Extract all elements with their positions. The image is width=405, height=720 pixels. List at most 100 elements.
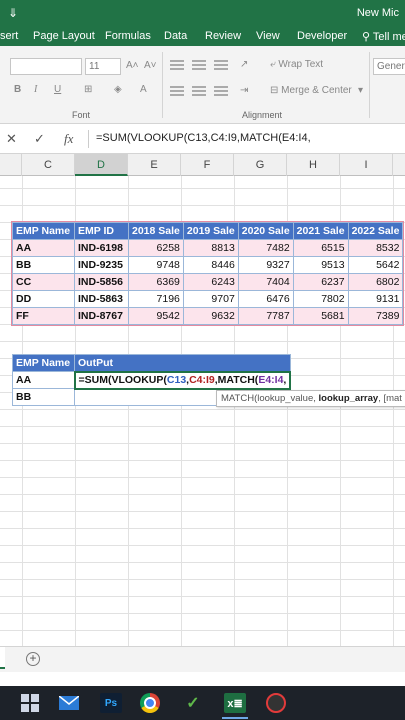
cell-value[interactable]: 9632 [182,307,239,325]
column-header-g[interactable]: G [234,154,287,176]
tab-review[interactable]: Review [205,30,241,42]
cell-emp-name[interactable]: CC [12,273,75,291]
italic-button[interactable]: I [34,84,37,95]
cancel-icon[interactable]: ✕ [6,131,17,147]
photoshop-icon[interactable]: Ps [100,693,122,713]
column-header-i[interactable]: I [340,154,393,176]
column-header-f[interactable]: F [181,154,234,176]
cell-value[interactable]: 8813 [182,239,239,257]
header-2021-sale[interactable]: 2021 Sale [292,222,349,240]
quick-access-icon[interactable]: ⇓ [8,6,18,20]
column-header-c[interactable]: C [22,154,75,176]
cell-value[interactable]: 8446 [182,256,239,274]
font-color-icon[interactable]: A [140,84,147,95]
tab-insert[interactable]: sert [0,30,18,42]
borders-icon[interactable]: ⊞ [84,84,92,95]
cell-value[interactable]: 5681 [292,307,349,325]
cell-value[interactable]: 8532 [347,239,404,257]
header-2019-sale[interactable]: 2019 Sale [182,222,239,240]
tab-tell-me[interactable]: ⚲ Tell me [362,30,405,43]
font-size-box[interactable]: 11 [85,58,121,75]
enter-icon[interactable]: ✓ [34,131,45,147]
increase-font-icon[interactable]: A˄ [126,60,139,71]
cell-value[interactable]: 6369 [128,273,184,291]
function-tooltip[interactable]: MATCH(lookup_value, lookup_array, [mat [216,390,405,407]
cell-emp-id[interactable]: IND-8767 [74,307,129,325]
cell-value[interactable]: 9327 [237,256,294,274]
camtasia-icon[interactable]: ✓ [182,693,204,713]
cell-value[interactable]: 9707 [182,290,239,308]
cell-emp-name[interactable]: FF [12,307,75,325]
cell-emp-name[interactable]: DD [12,290,75,308]
cell-emp-id[interactable]: IND-5863 [74,290,129,308]
cell-value[interactable]: 6243 [182,273,239,291]
fill-color-icon[interactable]: ◈ [114,84,122,95]
number-format-box[interactable]: Genera [373,58,405,75]
chrome-icon[interactable] [140,693,160,713]
cell-value[interactable]: 6237 [292,273,349,291]
header-emp-id[interactable]: EMP ID [74,222,129,240]
align-middle-icon[interactable] [192,60,206,70]
cell-value[interactable]: 9513 [292,256,349,274]
tab-developer[interactable]: Developer [297,30,347,42]
windows-start-icon[interactable] [20,693,40,713]
mail-icon[interactable] [58,693,80,713]
active-sheet-tab[interactable] [0,647,5,669]
cell-value[interactable]: 6476 [237,290,294,308]
cell-value[interactable]: 9748 [128,256,184,274]
tab-page-layout[interactable]: Page Layout [33,30,95,42]
add-sheet-icon[interactable]: + [26,652,40,666]
excel-icon[interactable]: x≣ [224,693,246,713]
align-right-icon[interactable] [214,86,228,96]
tab-data[interactable]: Data [164,30,187,42]
cell-emp-id[interactable]: IND-9235 [74,256,129,274]
bold-button[interactable]: B [14,84,21,95]
align-bottom-icon[interactable] [214,60,228,70]
active-cell-formula[interactable]: =SUM(VLOOKUP(C13,C4:I9,MATCH(E4:I4, [73,370,292,390]
cell-value[interactable]: 6258 [128,239,184,257]
output-cell-emp-name[interactable]: BB [12,388,75,406]
column-header-d[interactable]: D [75,154,128,176]
output-cell-emp-name[interactable]: AA [12,371,75,389]
underline-button[interactable]: U [54,84,61,95]
wrap-text-button[interactable]: ⤶ Wrap Text [270,59,323,70]
cell-value[interactable]: 7196 [128,290,184,308]
header-emp-name[interactable]: EMP Name [12,222,75,240]
cell-emp-name[interactable]: BB [12,256,75,274]
cell-value[interactable]: 7389 [347,307,404,325]
cell-value[interactable]: 9542 [128,307,184,325]
tab-formulas[interactable]: Formulas [105,30,151,42]
worksheet-grid[interactable]: EMP Name EMP ID 2018 Sale 2019 Sale 2020… [0,176,405,646]
header-2018-sale[interactable]: 2018 Sale [128,222,184,240]
cell-emp-name[interactable]: AA [12,239,75,257]
decrease-font-icon[interactable]: A˅ [144,60,157,71]
merge-center-button[interactable]: ⊟ Merge & Center [270,85,352,96]
column-header-h[interactable]: H [287,154,340,176]
header-2022-sale[interactable]: 2022 Sale [347,222,404,240]
column-header-e[interactable]: E [128,154,181,176]
cell-emp-id[interactable]: IND-5856 [74,273,129,291]
align-center-icon[interactable] [192,86,206,96]
insert-function-icon[interactable]: fx [64,131,73,147]
cell-emp-id[interactable]: IND-6198 [74,239,129,257]
cell-value[interactable]: 7482 [237,239,294,257]
cell-value[interactable]: 7404 [237,273,294,291]
cell-value[interactable]: 7802 [292,290,349,308]
output-header-emp-name[interactable]: EMP Name [12,354,75,372]
cell-value[interactable]: 5642 [347,256,404,274]
cell-value[interactable]: 9131 [347,290,404,308]
cell-value[interactable]: 7787 [237,307,294,325]
header-2020-sale[interactable]: 2020 Sale [237,222,294,240]
cell-value[interactable]: 6515 [292,239,349,257]
select-all-corner[interactable] [0,154,22,176]
merge-dropdown-icon[interactable]: ▾ [358,85,363,96]
screen-recorder-icon[interactable] [266,693,286,713]
orientation-icon[interactable]: ↗ [240,59,248,70]
align-top-icon[interactable] [170,60,184,70]
tab-view[interactable]: View [256,30,280,42]
formula-input[interactable]: =SUM(VLOOKUP(C13,C4:I9,MATCH(E4:I4, [96,132,311,144]
align-left-icon[interactable] [170,86,184,96]
indent-icon[interactable]: ⇥ [240,85,248,96]
font-name-box[interactable] [10,58,82,75]
cell-value[interactable]: 6802 [347,273,404,291]
